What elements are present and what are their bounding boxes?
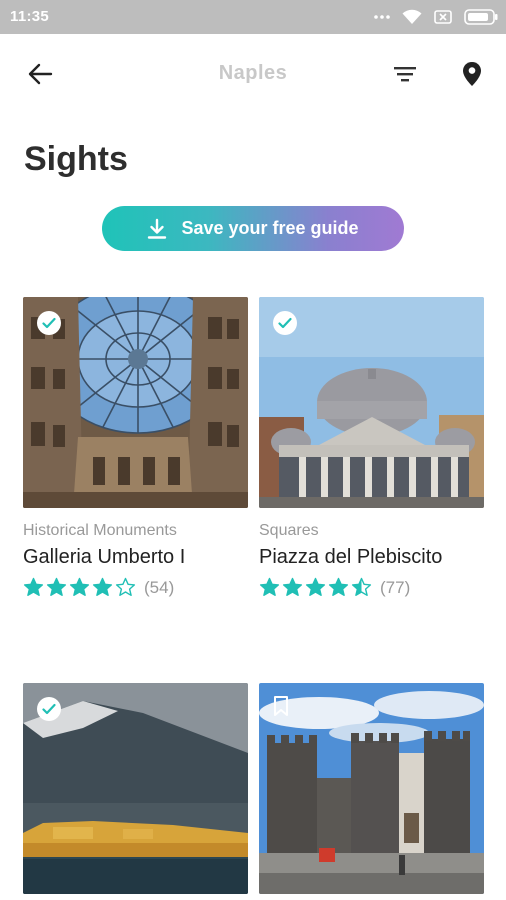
rating-stars	[259, 577, 372, 598]
filter-icon	[394, 67, 416, 82]
star-full-icon	[259, 577, 280, 596]
sight-photo[interactable]	[23, 297, 248, 508]
sight-name: Piazza del Plebiscito	[259, 546, 443, 568]
location-pin-icon	[463, 62, 481, 86]
sight-card-galleria[interactable]: Historical Monuments Galleria Umberto I …	[23, 297, 248, 598]
star-full-icon	[69, 577, 90, 596]
check-icon	[278, 317, 292, 329]
check-icon	[42, 703, 56, 715]
status-icons	[374, 8, 498, 26]
check-icon	[42, 317, 56, 329]
sight-card-plebiscito[interactable]: Squares Piazza del Plebiscito (77)	[259, 297, 484, 598]
status-bar: 11:35	[0, 0, 506, 34]
sight-category: Historical Monuments	[23, 522, 177, 539]
star-full-icon	[282, 577, 303, 596]
map-button[interactable]	[452, 56, 492, 92]
sight-rating: (54)	[23, 577, 248, 598]
sight-photo[interactable]	[259, 683, 484, 894]
battery-icon	[464, 9, 498, 25]
star-full-icon	[92, 577, 113, 596]
saved-check-badge[interactable]	[273, 311, 297, 335]
filter-button[interactable]	[385, 56, 425, 92]
download-icon	[148, 218, 167, 239]
saved-check-badge[interactable]	[37, 311, 61, 335]
review-count: (54)	[144, 577, 175, 597]
rating-stars	[23, 577, 136, 598]
star-half-icon	[351, 577, 372, 596]
wifi-icon	[402, 9, 422, 25]
saved-check-badge[interactable]	[37, 697, 61, 721]
star-full-icon	[328, 577, 349, 596]
sim-icon	[434, 10, 452, 24]
review-count: (77)	[380, 577, 411, 597]
sight-photo[interactable]	[259, 297, 484, 508]
status-time: 11:35	[10, 8, 50, 25]
sight-card-4[interactable]	[259, 683, 484, 894]
header-title: Naples	[218, 62, 288, 84]
star-full-icon	[23, 577, 44, 596]
star-full-icon	[46, 577, 67, 596]
page-title: Sights	[24, 140, 128, 178]
sight-category: Squares	[259, 522, 319, 539]
bookmark-icon	[274, 696, 288, 716]
bookmark-button[interactable]	[273, 695, 289, 717]
app-header: Naples	[0, 34, 506, 114]
save-guide-label: Save your free guide	[181, 218, 359, 238]
dots-icon	[374, 14, 390, 20]
sight-photo[interactable]	[23, 683, 248, 894]
sight-card-3[interactable]	[23, 683, 248, 894]
star-empty-icon	[115, 577, 136, 596]
sight-name: Galleria Umberto I	[23, 546, 186, 568]
sight-rating: (77)	[259, 577, 484, 598]
star-full-icon	[305, 577, 326, 596]
save-guide-button[interactable]: Save your free guide	[102, 206, 404, 251]
